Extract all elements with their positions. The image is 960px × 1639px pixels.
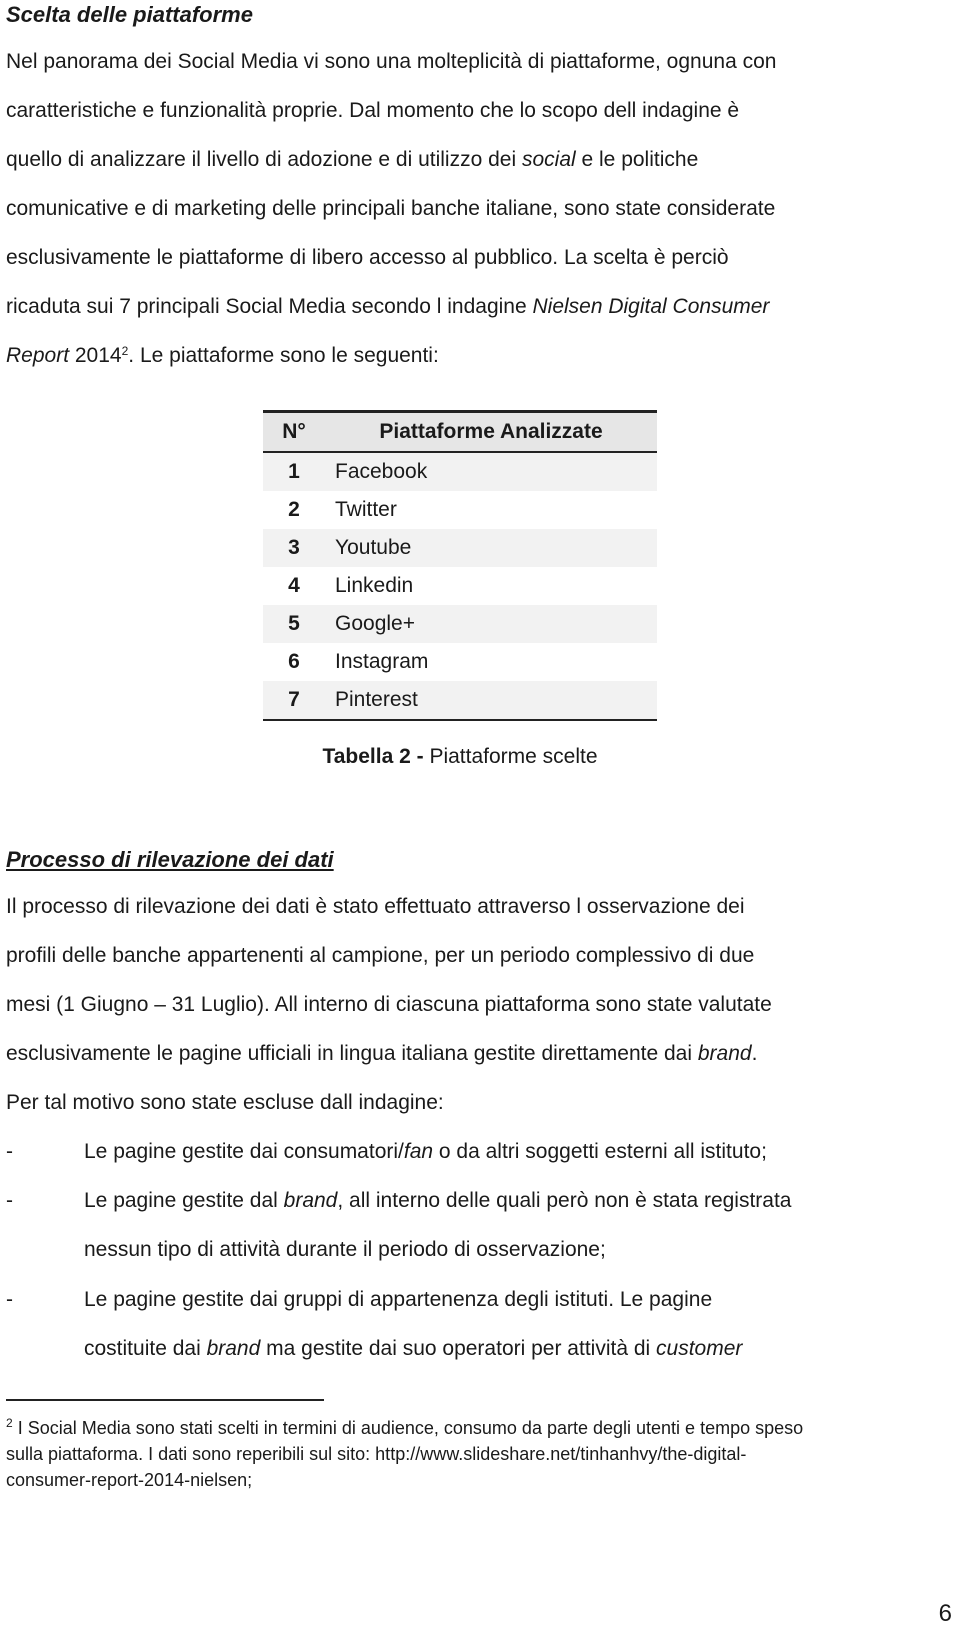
list-line: Le pagine gestite dai consumatori/fan o … bbox=[84, 1140, 956, 1164]
footnote-line: 2 I Social Media sono stati scelti in te… bbox=[6, 1410, 956, 1441]
paragraph-line: Nel panorama dei Social Media vi sono un… bbox=[6, 50, 956, 74]
row-platform: Linkedin bbox=[335, 574, 414, 597]
italic-text: brand bbox=[697, 1042, 752, 1065]
text: profili delle banche appartenenti al cam… bbox=[6, 944, 755, 967]
italic-text: fan bbox=[403, 1140, 434, 1163]
text: comunicative e di marketing delle princi… bbox=[6, 197, 776, 220]
text: Per tal motivo sono state escluse dall i… bbox=[6, 1091, 444, 1114]
caption-text: Piattaforme scelte bbox=[423, 745, 598, 768]
paragraph-line: mesi (1 Giugno – 31 Luglio). All interno… bbox=[6, 993, 956, 1017]
row-number: 4 bbox=[288, 574, 300, 597]
row-platform: Youtube bbox=[335, 536, 412, 559]
text: quello di analizzare il livello di adozi… bbox=[6, 148, 522, 171]
text: mesi (1 Giugno – 31 Luglio). All interno… bbox=[6, 993, 772, 1016]
italic-text: brand bbox=[206, 1337, 261, 1360]
row-platform: Facebook bbox=[335, 460, 428, 483]
footnote-separator bbox=[6, 1399, 324, 1401]
table-row: 5 Google+ bbox=[263, 605, 657, 643]
text: . Le piattaforme sono le seguenti: bbox=[128, 344, 439, 367]
text: . bbox=[751, 1042, 758, 1065]
footnote-line: consumer-report-2014-nielsen; bbox=[6, 1467, 956, 1493]
bullet-dash: - bbox=[6, 1189, 13, 1212]
row-number: 1 bbox=[288, 460, 300, 483]
paragraph-line: Report 2014 2. Le piattaforme sono le seg… bbox=[6, 344, 956, 368]
section-title-scelta: Scelta delle piattaforme bbox=[6, 2, 253, 27]
paragraph-line: ricaduta sui 7 principali Social Media s… bbox=[6, 295, 956, 319]
text: caratteristiche e funzionalità proprie. … bbox=[6, 99, 740, 122]
italic-text: brand bbox=[283, 1189, 338, 1212]
paragraph-line: esclusivamente le piattaforme di libero … bbox=[6, 246, 956, 270]
table-row: 3 Youtube bbox=[263, 529, 657, 567]
list-line: nessun tipo di attività durante il perio… bbox=[84, 1238, 956, 1262]
list-line: Le pagine gestite dal brand, all interno… bbox=[84, 1189, 956, 1213]
footnote-line: sulla piattaforma. I dati sono reperibil… bbox=[6, 1441, 956, 1467]
platforms-table: N° Piattaforme Analizzate 1 Facebook 2 Twi… bbox=[263, 410, 657, 721]
footnote: 2 I Social Media sono stati scelti in te… bbox=[6, 1410, 956, 1493]
row-platform: Pinterest bbox=[335, 688, 418, 711]
document-page: Scelta delle piattaforme Nel panorama de… bbox=[0, 0, 960, 1639]
text: nessun tipo di attività durante il perio… bbox=[84, 1238, 606, 1261]
text: ma gestite dai suo operatori per attivit… bbox=[260, 1337, 657, 1360]
table-caption: Tabella 2 - Piattaforme scelte bbox=[0, 745, 920, 769]
row-platform: Twitter bbox=[335, 498, 397, 521]
row-number: 2 bbox=[288, 498, 300, 521]
footnote-marker: 2 bbox=[6, 1416, 13, 1430]
paragraph-line: comunicative e di marketing delle princi… bbox=[6, 197, 956, 221]
row-platform: Google+ bbox=[335, 612, 415, 635]
row-number: 3 bbox=[288, 536, 300, 559]
table-header-row: N° Piattaforme Analizzate bbox=[263, 411, 657, 452]
footnote-link-text[interactable]: sulla piattaforma. I dati sono reperibil… bbox=[6, 1444, 746, 1464]
italic-text: social bbox=[521, 148, 576, 171]
text: o da altri soggetti esterni all istituto… bbox=[433, 1140, 767, 1163]
text: Le pagine gestite dai gruppi di apparten… bbox=[84, 1288, 713, 1311]
italic-text: Nielsen Digital Consumer bbox=[532, 295, 770, 318]
text: Il processo di rilevazione dei dati è st… bbox=[6, 895, 745, 918]
table-row: 6 Instagram bbox=[263, 643, 657, 681]
header-platforms: Piattaforme Analizzate bbox=[379, 420, 603, 443]
footnote-ref[interactable]: 2 bbox=[122, 344, 129, 368]
text: 2014 bbox=[69, 344, 122, 367]
header-number: N° bbox=[282, 420, 306, 443]
table-row: 2 Twitter bbox=[263, 491, 657, 529]
paragraph-line: quello di analizzare il livello di adozi… bbox=[6, 148, 956, 172]
paragraph-line: Il processo di rilevazione dei dati è st… bbox=[6, 895, 956, 919]
text: ricaduta sui 7 principali Social Media s… bbox=[6, 295, 533, 318]
bullet-dash: - bbox=[6, 1140, 13, 1163]
row-number: 5 bbox=[288, 612, 300, 635]
italic-text: customer bbox=[656, 1337, 743, 1360]
text: costituite dai bbox=[84, 1337, 207, 1360]
text: Nel panorama dei Social Media vi sono un… bbox=[6, 50, 777, 73]
table-row: 7 Pinterest bbox=[263, 681, 657, 720]
row-platform: Instagram bbox=[335, 650, 429, 673]
page-number: 6 bbox=[938, 1600, 952, 1627]
text: , all interno delle quali però non è sta… bbox=[337, 1189, 792, 1212]
row-number: 7 bbox=[288, 688, 300, 711]
text: esclusivamente le pagine ufficiali in li… bbox=[6, 1042, 698, 1065]
list-line: costituite dai brand ma gestite dai suo … bbox=[84, 1337, 956, 1361]
text: Le pagine gestite dal bbox=[84, 1189, 284, 1212]
paragraph-line: profili delle banche appartenenti al cam… bbox=[6, 944, 956, 968]
table-row: 4 Linkedin bbox=[263, 567, 657, 605]
list-line: Le pagine gestite dai gruppi di apparten… bbox=[84, 1288, 920, 1312]
text: e le politiche bbox=[575, 148, 699, 171]
section-title-processo: Processo di rilevazione dei dati bbox=[6, 847, 334, 872]
paragraph-line: Per tal motivo sono state escluse dall i… bbox=[6, 1091, 956, 1115]
bullet-dash: - bbox=[6, 1288, 13, 1311]
caption-label: Tabella 2 - bbox=[322, 745, 424, 768]
paragraph-line: caratteristiche e funzionalità proprie. … bbox=[6, 99, 956, 123]
text: esclusivamente le piattaforme di libero … bbox=[6, 246, 729, 269]
italic-text: Report bbox=[6, 344, 70, 367]
table-row: 1 Facebook bbox=[263, 452, 657, 491]
footnote-link-text[interactable]: consumer-report-2014-nielsen; bbox=[6, 1470, 252, 1490]
paragraph-line: esclusivamente le pagine ufficiali in li… bbox=[6, 1042, 956, 1066]
text: I Social Media sono stati scelti in term… bbox=[12, 1418, 804, 1438]
text: Le pagine gestite dai consumatori/ bbox=[84, 1140, 404, 1163]
row-number: 6 bbox=[288, 650, 300, 673]
